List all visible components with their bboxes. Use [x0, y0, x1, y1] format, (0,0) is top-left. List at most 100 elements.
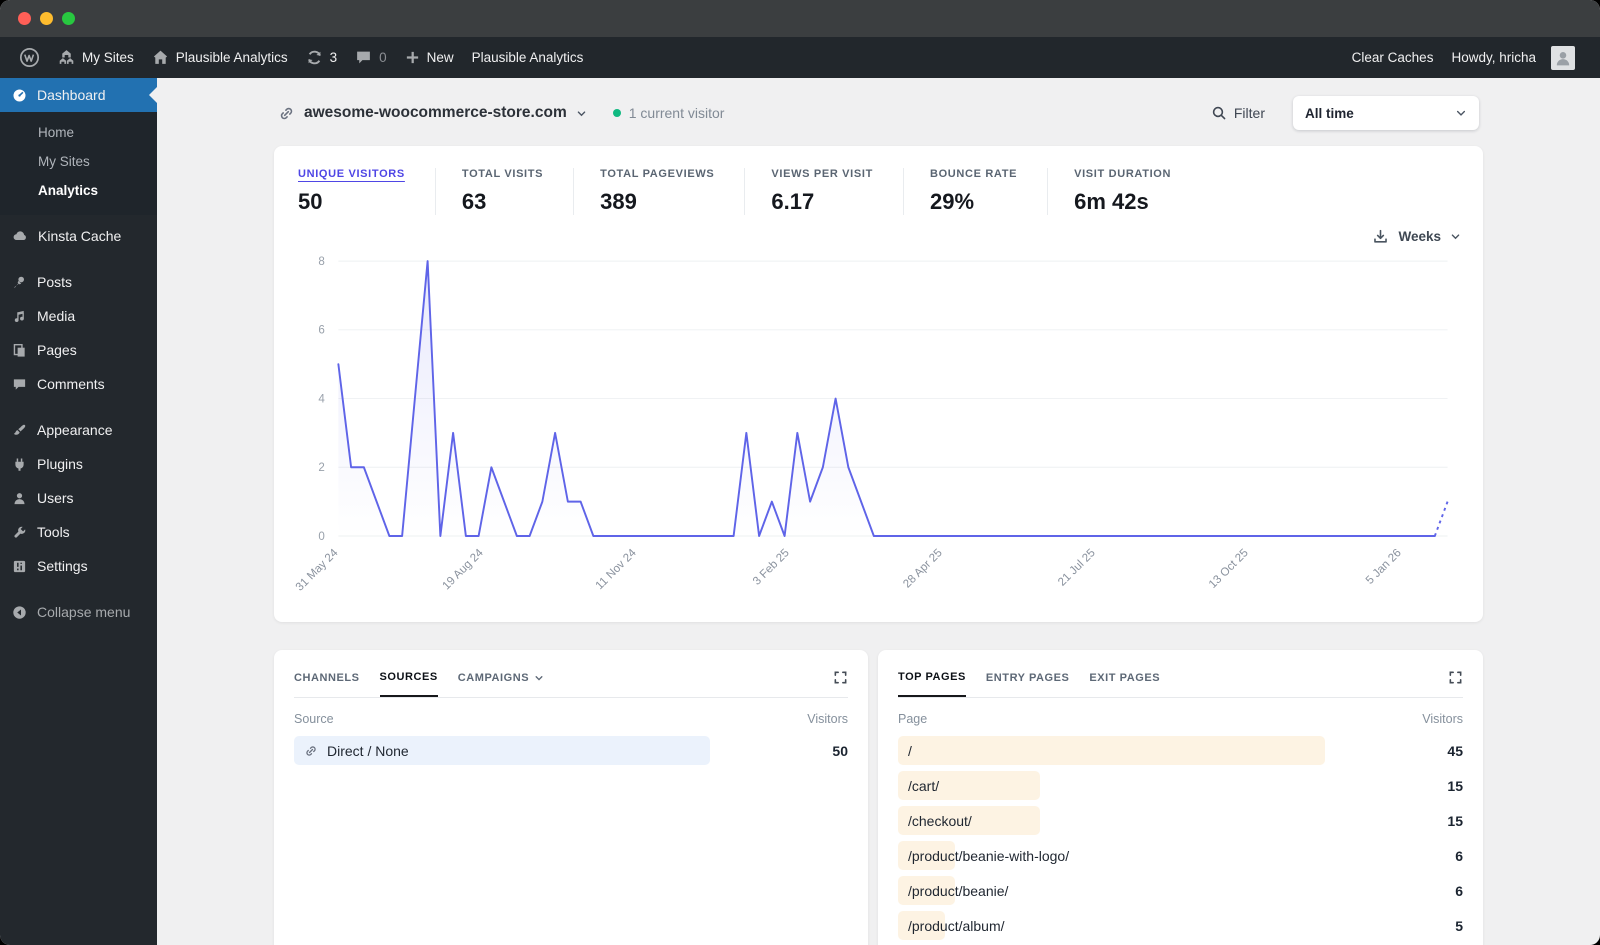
dashboard-submenu: Home My Sites Analytics — [0, 112, 157, 215]
tab-channels[interactable]: CHANNELS — [294, 672, 360, 696]
tab-top-pages[interactable]: TOP PAGES — [898, 671, 966, 697]
plus-icon — [406, 51, 418, 64]
plausible-analytics-label: Plausible Analytics — [471, 50, 584, 65]
comment-icon — [13, 378, 26, 390]
svg-text:11 Nov 24: 11 Nov 24 — [594, 547, 640, 593]
sidebar-item-analytics[interactable]: Analytics — [0, 176, 157, 205]
filter-label: Filter — [1233, 105, 1265, 121]
date-range-select[interactable]: All time — [1293, 96, 1479, 130]
visitors-trend-chart[interactable]: 0 2 4 6 8 31 May 24 19 Aug 24 11 Nov 24 3 Feb 25… — [294, 251, 1463, 608]
sources-panel: CHANNELS SOURCES CAMPAIGNS Source Visito… — [274, 650, 868, 945]
interval-select[interactable]: Weeks — [1398, 229, 1441, 244]
sidebar-item-appearance[interactable]: Appearance — [0, 413, 157, 447]
chevron-down-icon[interactable] — [1450, 231, 1461, 242]
my-sites-menu[interactable]: My Sites — [49, 37, 143, 78]
analytics-topbar: awesome-woocommerce-store.com 1 current … — [274, 95, 1483, 131]
tab-exit-pages[interactable]: EXIT PAGES — [1089, 672, 1160, 696]
stat-visit-duration[interactable]: VISIT DURATION 6m 42s — [1047, 168, 1201, 215]
chart-controls: Weeks — [294, 223, 1461, 249]
page-row[interactable]: /product/beanie/ 6 — [898, 876, 1463, 905]
my-sites-label: My Sites — [82, 50, 134, 65]
user-silhouette-icon — [1556, 51, 1570, 65]
clear-caches-button[interactable]: Clear Caches — [1343, 50, 1443, 65]
chevron-down-icon — [1456, 110, 1466, 116]
stat-total-pageviews[interactable]: TOTAL PAGEVIEWS 389 — [573, 168, 744, 215]
tab-entry-pages[interactable]: ENTRY PAGES — [986, 672, 1069, 696]
stat-bounce-rate[interactable]: BOUNCE RATE 29% — [902, 168, 1047, 215]
sidebar-item-users[interactable]: Users — [0, 481, 157, 515]
link-icon — [306, 745, 316, 756]
tab-sources[interactable]: SOURCES — [379, 671, 438, 697]
sidebar-item-settings[interactable]: Settings — [0, 549, 157, 583]
chevron-down-icon — [535, 676, 543, 681]
page-row[interactable]: /cart/ 15 — [898, 771, 1463, 800]
sidebar-item-pages[interactable]: Pages — [0, 333, 157, 367]
download-icon[interactable] — [1372, 228, 1389, 245]
page-row[interactable]: /checkout/ 15 — [898, 806, 1463, 835]
sidebar-item-tools[interactable]: Tools — [0, 515, 157, 549]
site-home-label: Plausible Analytics — [175, 50, 288, 65]
pages-icon — [13, 343, 25, 357]
page-path: /product/album/ — [908, 917, 1005, 934]
account-menu[interactable]: Howdy, hricha — [1442, 45, 1584, 70]
site-domain: awesome-woocommerce-store.com — [304, 104, 567, 121]
sidebar-item-kinsta-cache[interactable]: Kinsta Cache — [0, 219, 157, 253]
user-icon — [14, 492, 25, 504]
page-row[interactable]: /product/album/ 5 — [898, 911, 1463, 940]
updates-menu[interactable]: 3 — [297, 37, 347, 78]
app-window: My Sites Plausible Analytics 3 0 New Pla… — [0, 0, 1600, 945]
plausible-analytics-menu[interactable]: Plausible Analytics — [463, 37, 593, 78]
sidebar-item-posts[interactable]: Posts — [0, 265, 157, 299]
site-home-menu[interactable]: Plausible Analytics — [143, 37, 297, 78]
col-visitors: Visitors — [807, 712, 848, 726]
wrench-icon — [14, 526, 26, 538]
source-row[interactable]: Direct / None 50 — [294, 736, 848, 765]
svg-text:0: 0 — [318, 531, 324, 543]
cloud-icon — [13, 231, 26, 241]
updates-icon — [307, 50, 321, 65]
page-row[interactable]: /product/beanie-with-logo/ 6 — [898, 841, 1463, 870]
new-content-menu[interactable]: New — [396, 37, 463, 78]
comments-menu[interactable]: 0 — [346, 37, 396, 78]
svg-text:13 Oct 25: 13 Oct 25 — [1207, 547, 1251, 591]
collapse-menu-button[interactable]: Collapse menu — [0, 595, 157, 629]
media-note-icon — [14, 310, 24, 322]
sidebar-item-my-sites[interactable]: My Sites — [0, 147, 157, 176]
source-visitors: 50 — [832, 742, 848, 759]
main-content: awesome-woocommerce-store.com 1 current … — [157, 78, 1600, 945]
comments-count: 0 — [379, 50, 387, 65]
minimize-button[interactable] — [40, 12, 53, 25]
filter-button[interactable]: Filter — [1211, 105, 1265, 121]
svg-text:3 Feb 25: 3 Feb 25 — [751, 547, 792, 588]
search-icon — [1212, 106, 1226, 120]
wp-admin-bar: My Sites Plausible Analytics 3 0 New Pla… — [0, 37, 1600, 78]
zoom-button[interactable] — [62, 12, 75, 25]
sidebar-item-media[interactable]: Media — [0, 299, 157, 333]
sidebar-item-comments[interactable]: Comments — [0, 367, 157, 401]
source-name: Direct / None — [327, 742, 409, 759]
fullscreen-button[interactable] — [1448, 670, 1463, 697]
svg-text:6: 6 — [318, 325, 324, 337]
stat-total-visits[interactable]: TOTAL VISITS 63 — [434, 168, 573, 215]
page-path: /checkout/ — [908, 812, 972, 829]
svg-text:21 Jul 25: 21 Jul 25 — [1056, 547, 1098, 589]
fullscreen-button[interactable] — [833, 670, 848, 697]
close-button[interactable] — [18, 12, 31, 25]
wp-logo-menu[interactable] — [10, 37, 49, 78]
svg-text:2: 2 — [318, 462, 324, 474]
updates-count: 3 — [329, 50, 338, 65]
site-switcher[interactable]: awesome-woocommerce-store.com — [278, 104, 587, 122]
dashboard-gauge-icon — [13, 89, 26, 101]
svg-text:19 Aug 24: 19 Aug 24 — [441, 547, 487, 593]
chevron-down-icon — [577, 110, 586, 116]
sources-tabs: CHANNELS SOURCES CAMPAIGNS — [294, 670, 848, 698]
sidebar-item-home[interactable]: Home — [0, 118, 157, 147]
page-row[interactable]: / 45 — [898, 736, 1463, 765]
page-path: / — [908, 742, 912, 759]
col-visitors: Visitors — [1422, 712, 1463, 726]
stat-unique-visitors[interactable]: UNIQUE VISITORS 50 — [294, 168, 435, 215]
stat-views-per-visit[interactable]: VIEWS PER VISIT 6.17 — [744, 168, 903, 215]
sidebar-item-dashboard[interactable]: Dashboard — [0, 78, 157, 112]
sidebar-item-plugins[interactable]: Plugins — [0, 447, 157, 481]
tab-campaigns[interactable]: CAMPAIGNS — [458, 672, 544, 696]
